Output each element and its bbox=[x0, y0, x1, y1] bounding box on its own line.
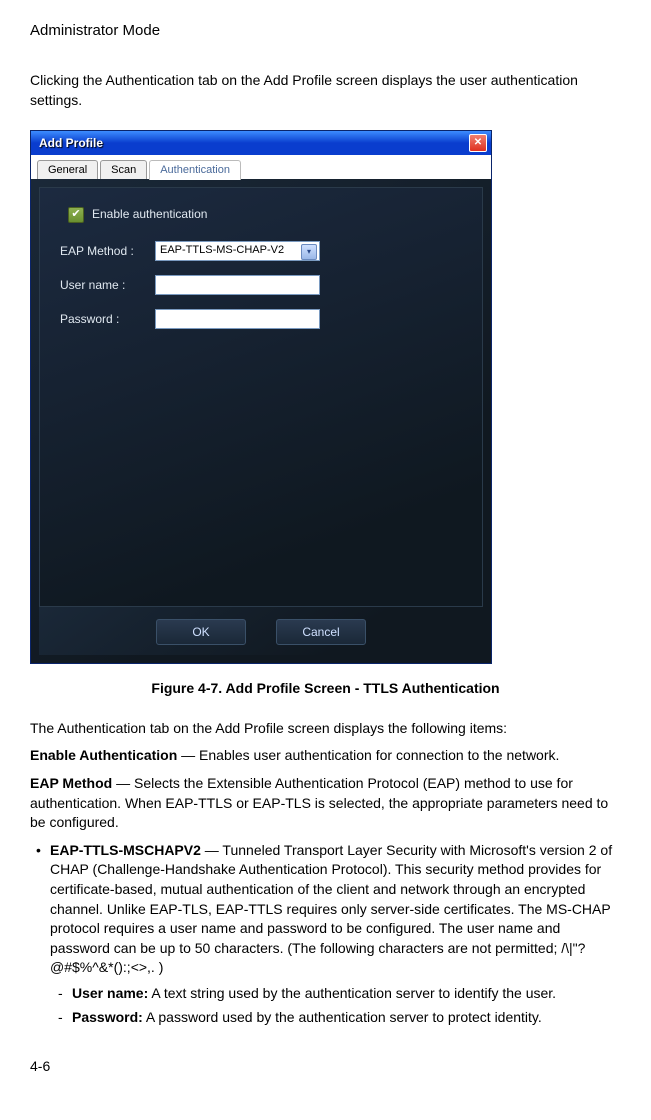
ok-button[interactable]: OK bbox=[156, 619, 246, 645]
enable-auth-para: Enable Authentication — Enables user aut… bbox=[30, 746, 621, 766]
password-list-item: Password: A password used by the authent… bbox=[58, 1008, 621, 1028]
auth-panel: ✔ Enable authentication EAP Method : EAP… bbox=[39, 187, 483, 607]
username-row: User name : bbox=[60, 275, 462, 295]
password-input[interactable] bbox=[155, 309, 320, 329]
eap-method-desc: — Selects the Extensible Authentication … bbox=[30, 775, 608, 830]
ttls-sub-list: User name: A text string used by the aut… bbox=[58, 984, 621, 1027]
enable-auth-term: Enable Authentication bbox=[30, 747, 177, 763]
eap-method-label: EAP Method : bbox=[60, 243, 155, 260]
intro-paragraph: Clicking the Authentication tab on the A… bbox=[30, 71, 621, 110]
titlebar: Add Profile ✕ bbox=[31, 131, 491, 155]
username-term: User name: bbox=[72, 985, 148, 1001]
button-bar: OK Cancel bbox=[39, 607, 483, 655]
tab-scan[interactable]: Scan bbox=[100, 160, 147, 180]
password-desc: A password used by the authentication se… bbox=[143, 1009, 542, 1025]
enable-auth-row: ✔ Enable authentication bbox=[60, 206, 462, 223]
ttls-list-item: EAP-TTLS-MSCHAPV2 — Tunneled Transport L… bbox=[36, 841, 621, 1027]
dialog-title: Add Profile bbox=[39, 135, 469, 152]
password-label: Password : bbox=[60, 311, 155, 328]
close-icon: ✕ bbox=[474, 136, 482, 150]
eap-method-row: EAP Method : EAP-TTLS-MS-CHAP-V2 ▾ bbox=[60, 241, 462, 261]
ttls-desc: — Tunneled Transport Layer Security with… bbox=[50, 842, 612, 976]
tab-general[interactable]: General bbox=[37, 160, 98, 180]
figure-caption: Figure 4-7. Add Profile Screen - TTLS Au… bbox=[30, 679, 621, 699]
tab-authentication[interactable]: Authentication bbox=[149, 160, 241, 180]
body-p1: The Authentication tab on the Add Profil… bbox=[30, 719, 621, 739]
cancel-button[interactable]: Cancel bbox=[276, 619, 366, 645]
username-label: User name : bbox=[60, 277, 155, 294]
eap-bullet-list: EAP-TTLS-MSCHAPV2 — Tunneled Transport L… bbox=[36, 841, 621, 1027]
password-row: Password : bbox=[60, 309, 462, 329]
enable-auth-label: Enable authentication bbox=[92, 206, 207, 223]
eap-method-select[interactable]: EAP-TTLS-MS-CHAP-V2 ▾ bbox=[155, 241, 320, 261]
chevron-down-icon: ▾ bbox=[301, 244, 317, 260]
dialog-body: ✔ Enable authentication EAP Method : EAP… bbox=[31, 179, 491, 663]
check-icon: ✔ bbox=[71, 209, 80, 220]
page-header: Administrator Mode bbox=[30, 20, 621, 41]
eap-method-term: EAP Method bbox=[30, 775, 112, 791]
password-term: Password: bbox=[72, 1009, 143, 1025]
tab-strip: General Scan Authentication bbox=[31, 155, 491, 179]
add-profile-dialog: Add Profile ✕ General Scan Authenticatio… bbox=[30, 130, 492, 664]
page-number: 4-6 bbox=[30, 1057, 621, 1077]
eap-method-para: EAP Method — Selects the Extensible Auth… bbox=[30, 774, 621, 833]
username-input[interactable] bbox=[155, 275, 320, 295]
enable-auth-desc: — Enables user authentication for connec… bbox=[177, 747, 559, 763]
eap-method-value: EAP-TTLS-MS-CHAP-V2 bbox=[160, 243, 284, 258]
enable-auth-checkbox[interactable]: ✔ bbox=[68, 207, 84, 223]
username-desc: A text string used by the authentication… bbox=[148, 985, 556, 1001]
username-list-item: User name: A text string used by the aut… bbox=[58, 984, 621, 1004]
ttls-term: EAP-TTLS-MSCHAPV2 bbox=[50, 842, 201, 858]
close-button[interactable]: ✕ bbox=[469, 134, 487, 152]
